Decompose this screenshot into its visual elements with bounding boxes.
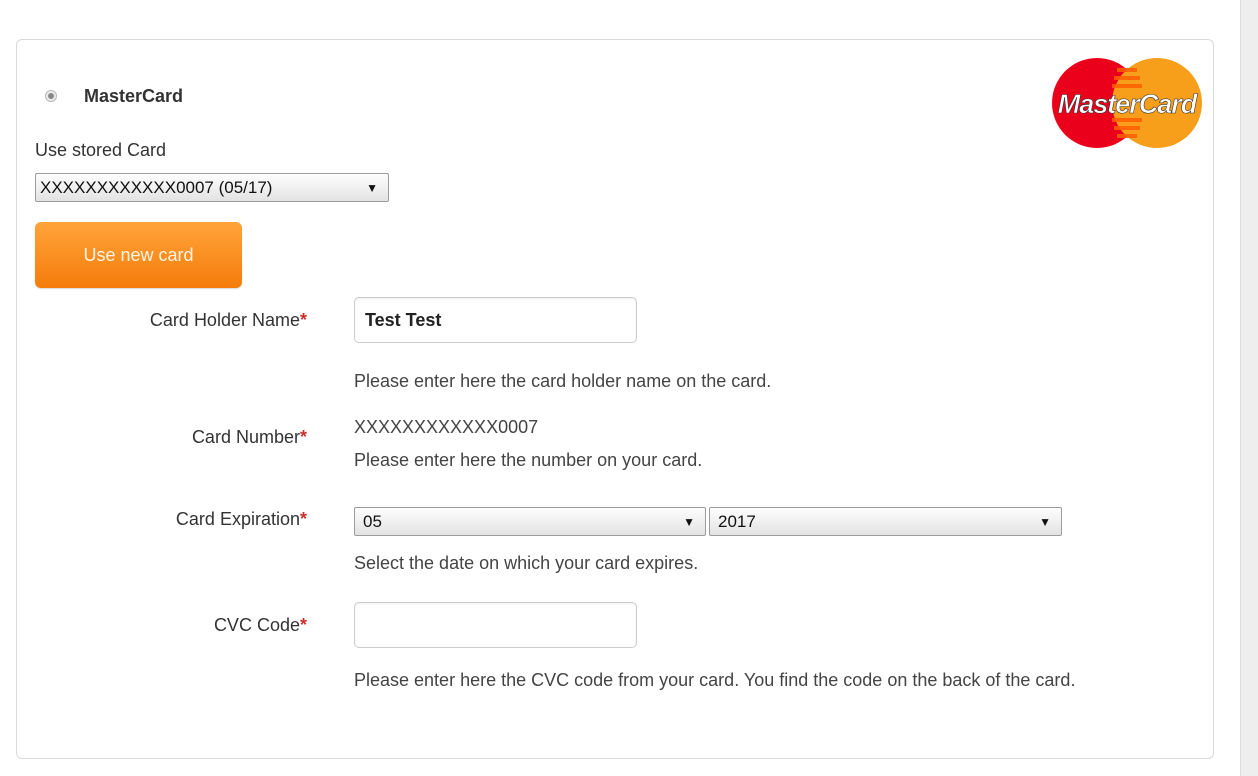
- cvc-label-text: CVC Code: [213, 615, 300, 635]
- card-number-label-text: Card Number: [191, 427, 300, 447]
- card-holder-input[interactable]: [354, 297, 637, 343]
- stored-card-select[interactable]: XXXXXXXXXXXX0007 (05/17) ▼: [35, 173, 389, 202]
- card-expiration-label-text: Card Expiration: [175, 509, 300, 529]
- mastercard-logo-text: MasterCard: [1058, 89, 1198, 119]
- card-holder-label: Card Holder Name*: [150, 310, 307, 331]
- card-holder-help: Please enter here the card holder name o…: [354, 371, 772, 391]
- dropdown-arrow-icon: ▼: [683, 514, 695, 529]
- expiration-year-select[interactable]: 2017 ▼: [709, 507, 1062, 536]
- card-number-label: Card Number*: [192, 427, 307, 448]
- stored-card-select-value: XXXXXXXXXXXX0007 (05/17): [40, 177, 273, 197]
- required-mark: *: [299, 615, 307, 635]
- expiration-month-value: 05: [363, 511, 382, 531]
- content-area: MasterCard MasterCard Use stored Card XX…: [0, 0, 1240, 776]
- required-mark: *: [299, 427, 307, 447]
- expiration-year-value: 2017: [718, 511, 756, 531]
- scrollbar-gutter[interactable]: [1240, 0, 1258, 776]
- stored-card-label: Use stored Card: [35, 140, 167, 160]
- use-new-card-button[interactable]: Use new card: [35, 222, 242, 288]
- cvc-label: CVC Code*: [214, 615, 307, 636]
- mastercard-logo-icon: MasterCard: [1052, 58, 1202, 148]
- cvc-help: Please enter here the CVC code from your…: [354, 670, 1076, 690]
- radio-dot: [48, 93, 54, 99]
- payment-method-label: MasterCard: [84, 85, 184, 106]
- payment-method-row[interactable]: MasterCard: [45, 86, 183, 106]
- payment-panel: MasterCard MasterCard Use stored Card XX…: [16, 39, 1214, 759]
- page: MasterCard MasterCard Use stored Card XX…: [0, 0, 1258, 776]
- dropdown-arrow-icon: ▼: [366, 180, 378, 195]
- dropdown-arrow-icon: ▼: [1039, 514, 1051, 529]
- mastercard-radio[interactable]: [45, 90, 57, 102]
- expiration-month-select[interactable]: 05 ▼: [354, 507, 706, 536]
- cvc-input[interactable]: [354, 602, 637, 648]
- card-number-help: Please enter here the number on your car…: [354, 450, 703, 470]
- required-mark: *: [299, 310, 307, 330]
- required-mark: *: [299, 509, 307, 529]
- card-number-value: XXXXXXXXXXXX0007: [354, 417, 539, 437]
- card-holder-label-text: Card Holder Name: [149, 310, 300, 330]
- card-expiration-help: Select the date on which your card expir…: [354, 553, 699, 573]
- card-expiration-label: Card Expiration*: [176, 509, 307, 530]
